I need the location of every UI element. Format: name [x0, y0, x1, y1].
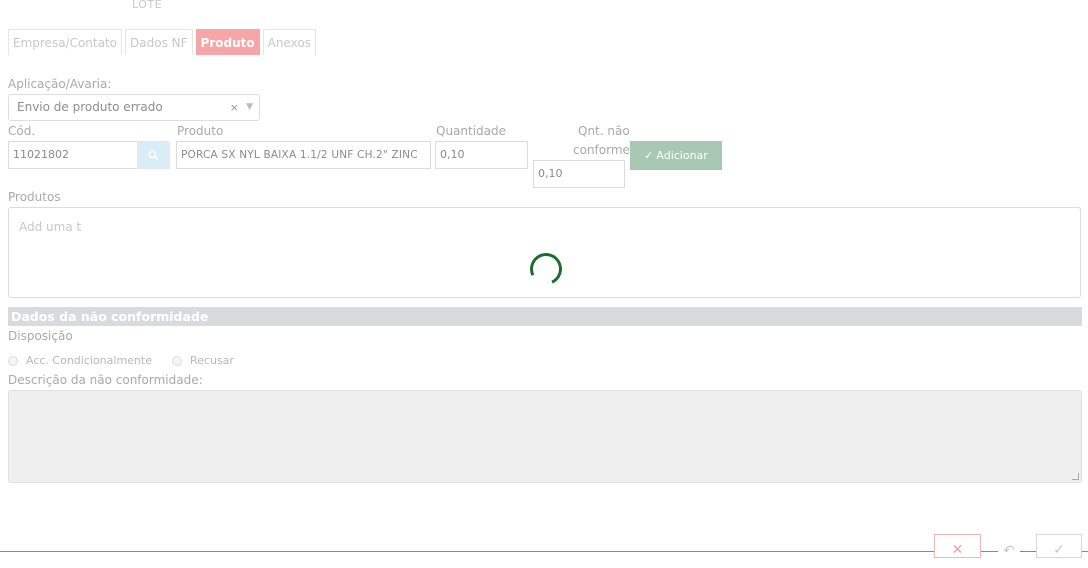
descricao-textarea[interactable]: [8, 390, 1082, 483]
qnt-nao-conforme-input[interactable]: 0,10: [533, 160, 625, 188]
disposicao-radio-group: Acc. Condicionalmente Recusar: [8, 354, 234, 367]
lote-label: LOTE: [132, 0, 163, 11]
footer-divider: [0, 551, 1088, 552]
descricao-label: Descrição da não conformidade:: [8, 373, 203, 387]
section-title: Dados da não conformidade: [8, 307, 1082, 326]
add-button[interactable]: ✓ Adicionar: [630, 141, 722, 170]
check-icon: ✓: [1053, 542, 1065, 558]
tags-placeholder: Add uma ta: [19, 220, 81, 234]
clear-icon[interactable]: ×: [230, 95, 239, 120]
produto-input[interactable]: PORCA SX NYL BAIXA 1.1/2 UNF CH.2" ZINC: [176, 141, 431, 169]
produtos-label: Produtos: [8, 190, 61, 204]
cod-input[interactable]: 11021802: [8, 141, 138, 169]
check-icon: ✓: [644, 149, 654, 162]
qnt-nao-label-line2: conforme: [573, 143, 630, 157]
cancel-button[interactable]: ✕: [934, 534, 981, 558]
tab-bar: Empresa/Contato Dados NF Produto Anexos: [8, 29, 316, 55]
undo-icon: ↶: [1003, 543, 1015, 559]
chevron-down-icon[interactable]: ▼: [246, 95, 253, 120]
undo-button[interactable]: ↶: [998, 534, 1020, 559]
produto-label: Produto: [177, 124, 224, 138]
resize-handle-icon[interactable]: [1072, 473, 1079, 480]
cod-label: Cód.: [8, 124, 36, 138]
close-icon: ✕: [951, 542, 964, 558]
search-icon: [148, 150, 159, 161]
tab-produto[interactable]: Produto: [195, 29, 260, 55]
aplicacao-select[interactable]: Envio de produto errado × ▼: [8, 94, 260, 121]
radio-acc-condicionalmente[interactable]: [8, 355, 18, 366]
radio-label-recusar: Recusar: [189, 354, 234, 367]
tab-dados-nf[interactable]: Dados NF: [125, 29, 193, 55]
aplicacao-value: Envio de produto errado: [17, 100, 163, 114]
tab-anexos[interactable]: Anexos: [262, 29, 316, 55]
add-button-label: Adicionar: [656, 149, 708, 162]
confirm-button[interactable]: ✓: [1036, 534, 1082, 558]
qnt-nao-label-line1: Qnt. não: [578, 124, 630, 138]
radio-recusar[interactable]: [171, 355, 182, 366]
disposicao-label: Disposição: [8, 329, 73, 343]
quantidade-label: Quantidade: [436, 124, 507, 138]
radio-label-acc: Acc. Condicionalmente: [26, 354, 152, 367]
search-button[interactable]: [137, 141, 170, 169]
tab-empresa-contato[interactable]: Empresa/Contato: [8, 29, 123, 55]
aplicacao-label: Aplicação/Avaria:: [8, 77, 112, 91]
quantidade-input[interactable]: 0,10: [435, 141, 528, 169]
